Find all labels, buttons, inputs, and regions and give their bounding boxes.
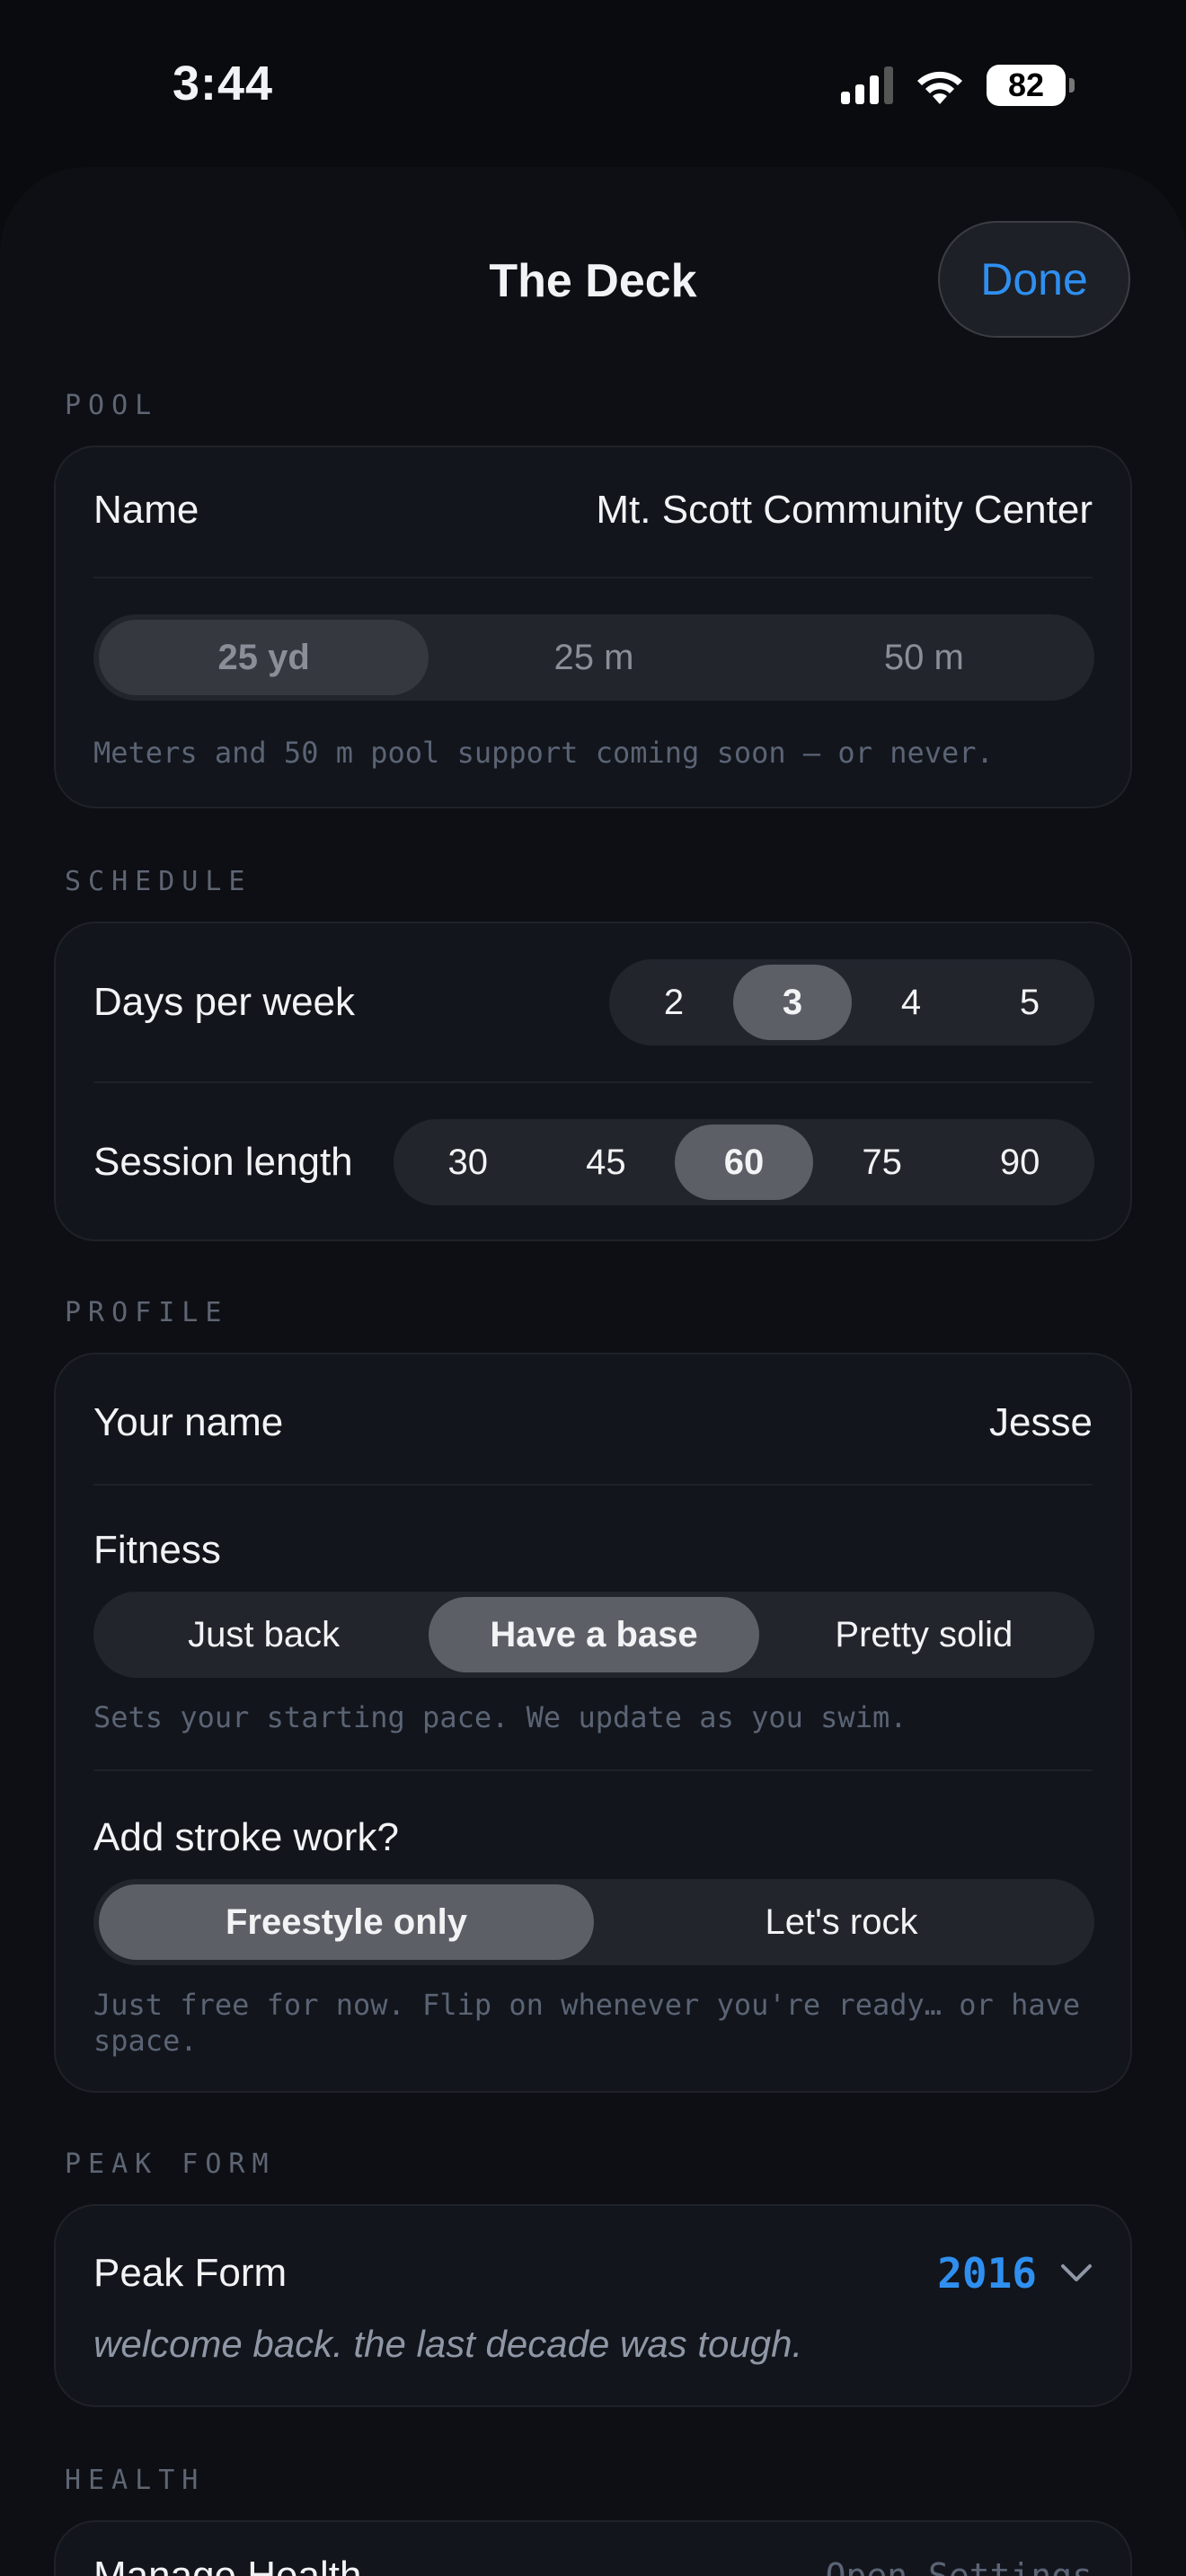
your-name-label: Your name xyxy=(93,1400,284,1444)
section-label-pool: POOL xyxy=(65,390,159,421)
cellular-signal-icon xyxy=(841,66,893,104)
open-settings-link[interactable]: Open Settings xyxy=(826,2556,1093,2576)
pool-unit-selector[interactable]: 25 yd 25 m 50 m xyxy=(93,614,1094,701)
fitness-option-just-back[interactable]: Just back xyxy=(99,1597,429,1672)
session-option-60[interactable]: 60 xyxy=(675,1125,813,1200)
days-option-5[interactable]: 5 xyxy=(970,965,1089,1040)
profile-card: Your name Jesse Fitness Just back Have a… xyxy=(54,1353,1132,2093)
peak-form-subtitle: welcome back. the last decade was tough. xyxy=(93,2323,803,2365)
session-option-45[interactable]: 45 xyxy=(537,1125,676,1200)
chevron-down-icon[interactable] xyxy=(1060,2263,1093,2283)
fitness-option-have-a-base[interactable]: Have a base xyxy=(429,1597,759,1672)
status-time: 3:44 xyxy=(173,57,274,110)
section-label-health: HEALTH xyxy=(65,2465,206,2496)
divider xyxy=(93,1769,1093,1771)
stroke-note: Just free for now. Flip on whenever you'… xyxy=(93,1988,1081,2058)
your-name-row[interactable]: Your name Jesse xyxy=(93,1396,1093,1450)
stroke-option-freestyle-only[interactable]: Freestyle only xyxy=(99,1884,594,1960)
session-option-90[interactable]: 90 xyxy=(951,1125,1089,1200)
pool-name-value[interactable]: Mt. Scott Community Center xyxy=(596,488,1093,533)
pool-name-row[interactable]: Name Mt. Scott Community Center xyxy=(93,483,1093,537)
battery-icon: 82 xyxy=(987,65,1075,106)
status-icons: 82 xyxy=(841,65,1075,106)
divider xyxy=(93,577,1093,578)
battery-level: 82 xyxy=(987,65,1066,106)
fitness-option-pretty-solid[interactable]: Pretty solid xyxy=(759,1597,1089,1672)
peak-form-row[interactable]: Peak Form 2016 xyxy=(93,2242,1093,2305)
stroke-work-label: Add stroke work? xyxy=(93,1815,399,1859)
pool-note: Meters and 50 m pool support coming soon… xyxy=(93,736,994,770)
pool-name-label: Name xyxy=(93,488,199,532)
unit-option-50m[interactable]: 50 m xyxy=(759,620,1089,695)
peak-form-picker[interactable]: 2016 xyxy=(937,2249,1093,2298)
done-button[interactable]: Done xyxy=(938,221,1130,338)
status-bar: 3:44 82 xyxy=(0,0,1186,171)
session-length-label: Session length xyxy=(93,1140,353,1184)
your-name-value[interactable]: Jesse xyxy=(989,1400,1093,1445)
fitness-label: Fitness xyxy=(93,1528,221,1572)
fitness-row: Fitness xyxy=(93,1523,1093,1577)
wifi-icon xyxy=(917,71,962,104)
session-option-75[interactable]: 75 xyxy=(813,1125,951,1200)
peak-form-label: Peak Form xyxy=(93,2251,288,2295)
pool-card: Name Mt. Scott Community Center 25 yd 25… xyxy=(54,446,1132,808)
manage-health-row[interactable]: Manage Health Open Settings xyxy=(93,2549,1093,2576)
section-label-profile: PROFILE xyxy=(65,1297,229,1328)
unit-option-25yd[interactable]: 25 yd xyxy=(99,620,429,695)
days-per-week-selector[interactable]: 2 3 4 5 xyxy=(609,959,1094,1045)
days-per-week-label: Days per week xyxy=(93,980,356,1024)
days-option-4[interactable]: 4 xyxy=(852,965,970,1040)
section-label-peak-form: PEAK FORM xyxy=(65,2148,276,2180)
session-option-30[interactable]: 30 xyxy=(399,1125,537,1200)
schedule-card: Days per week 2 3 4 5 Session length 30 … xyxy=(54,922,1132,1241)
days-option-3[interactable]: 3 xyxy=(733,965,852,1040)
unit-option-25m[interactable]: 25 m xyxy=(429,620,758,695)
fitness-selector[interactable]: Just back Have a base Pretty solid xyxy=(93,1592,1094,1678)
peak-form-card[interactable]: Peak Form 2016 welcome back. the last de… xyxy=(54,2204,1132,2407)
stroke-work-row: Add stroke work? xyxy=(93,1811,1093,1865)
manage-health-label: Manage Health xyxy=(93,2554,362,2576)
peak-form-year[interactable]: 2016 xyxy=(937,2249,1037,2298)
session-length-selector[interactable]: 30 45 60 75 90 xyxy=(394,1119,1094,1205)
divider xyxy=(93,1484,1093,1486)
stroke-option-lets-rock[interactable]: Let's rock xyxy=(594,1884,1089,1960)
days-option-2[interactable]: 2 xyxy=(615,965,733,1040)
section-label-schedule: SCHEDULE xyxy=(65,866,252,897)
health-card[interactable]: Manage Health Open Settings xyxy=(54,2520,1132,2576)
divider xyxy=(93,1081,1093,1083)
stroke-work-selector[interactable]: Freestyle only Let's rock xyxy=(93,1879,1094,1965)
fitness-note: Sets your starting pace. We update as yo… xyxy=(93,1700,907,1734)
